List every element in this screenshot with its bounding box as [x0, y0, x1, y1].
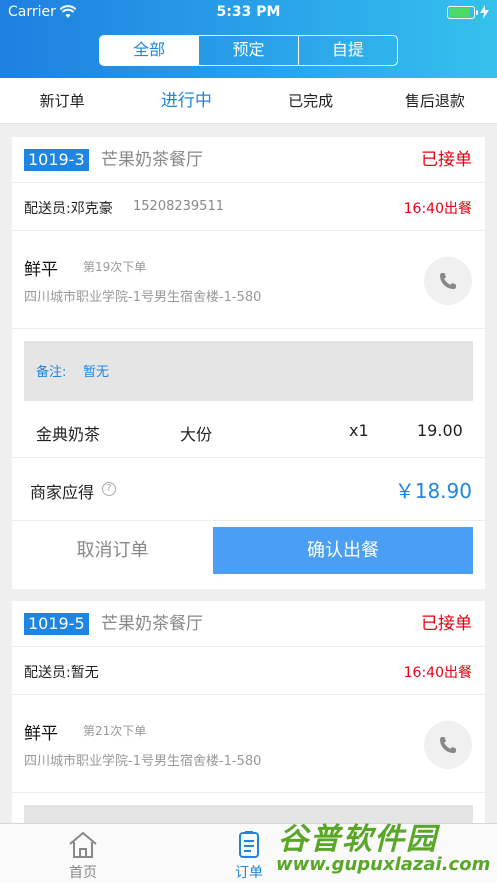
order-count: 第21次下单: [83, 724, 147, 738]
phone-icon: [440, 737, 456, 753]
segment-all[interactable]: 全部: [100, 36, 199, 65]
call-customer-button[interactable]: [424, 257, 472, 305]
tab-in-progress[interactable]: 进行中: [124, 78, 248, 123]
customer-address: 四川城市职业学院-1号男生宿舍楼-1-580: [24, 290, 262, 305]
segment-reserved[interactable]: 预定: [198, 36, 297, 65]
customer-name: 鲜平: [24, 260, 58, 280]
item-name: 金典奶茶: [36, 425, 101, 444]
order-type-segmented-control: 全部 预定 自提: [99, 35, 398, 66]
order-actions: 取消订单 确认出餐: [12, 521, 485, 582]
order-header: 1019-3 芒果奶茶餐厅 已接单: [12, 137, 485, 183]
tab-new-orders[interactable]: 新订单: [0, 78, 124, 123]
earnings-label: 商家应得: [30, 483, 95, 502]
segment-pickup[interactable]: 自提: [297, 36, 397, 65]
note-value: 暂无: [83, 365, 110, 380]
status-time: 5:33 PM: [216, 4, 281, 20]
order-count: 第19次下单: [83, 260, 147, 274]
order-details: 备注: 暂无 金典奶茶 大份 x1 19.00: [12, 329, 485, 458]
item-price: 19.00: [417, 421, 463, 440]
customer-row: 鲜平 第19次下单 四川城市职业学院-1号男生宿舍楼-1-580: [12, 231, 485, 329]
courier-name: 配送员:暂无: [24, 665, 99, 681]
order-note: 备注: 暂无: [24, 341, 473, 401]
merchant-earnings-row: 商家应得 ? ￥18.90: [12, 458, 485, 521]
watermark-logo: 谷普软件园 www.gupuxlazai.com: [268, 810, 497, 883]
customer-name: 鲜平: [24, 724, 58, 744]
courier-row: 配送员:暂无 16:40出餐: [12, 647, 485, 695]
tab-home[interactable]: 首页: [0, 824, 166, 883]
charging-icon: [480, 5, 489, 19]
confirm-ready-button[interactable]: 确认出餐: [213, 527, 473, 574]
customer-row: 鲜平 第21次下单 四川城市职业学院-1号男生宿舍楼-1-580: [12, 695, 485, 793]
watermark-url: www.gupuxlazai.com: [276, 854, 491, 875]
note-label: 备注:: [36, 365, 67, 380]
app-header: Carrier 5:33 PM 全部 预定 自提: [0, 0, 497, 78]
courier-row: 配送员:邓克豪 15208239511 16:40出餐: [12, 183, 485, 231]
courier-phone[interactable]: 15208239511: [133, 199, 224, 214]
order-list-icon: [239, 831, 259, 858]
call-customer-button[interactable]: [424, 721, 472, 769]
tab-refunds[interactable]: 售后退款: [373, 78, 497, 123]
ready-time: 16:40出餐: [403, 665, 472, 681]
shop-name: 芒果奶茶餐厅: [101, 614, 203, 634]
order-number-badge: 1019-3: [24, 149, 89, 171]
shop-name: 芒果奶茶餐厅: [101, 150, 203, 170]
tab-home-label: 首页: [69, 865, 97, 881]
help-icon[interactable]: ?: [102, 482, 116, 496]
order-card: 1019-5 芒果奶茶餐厅 已接单 配送员:暂无 16:40出餐 鲜平 第21次…: [12, 601, 485, 835]
item-quantity: x1: [349, 421, 369, 440]
order-item: 金典奶茶 大份 x1 19.00: [12, 401, 485, 458]
courier-name: 配送员:邓克豪: [24, 201, 113, 217]
cancel-order-button[interactable]: 取消订单: [12, 527, 213, 574]
watermark-title: 谷普软件园: [278, 822, 438, 857]
battery-icon: [447, 6, 478, 19]
customer-address: 四川城市职业学院-1号男生宿舍楼-1-580: [24, 754, 262, 769]
order-status-tabs: 新订单 进行中 已完成 售后退款: [0, 78, 497, 124]
phone-icon: [440, 273, 456, 289]
status-bar: Carrier 5:33 PM: [0, 0, 497, 26]
tab-completed[interactable]: 已完成: [249, 78, 373, 123]
order-header: 1019-5 芒果奶茶餐厅 已接单: [12, 601, 485, 647]
order-card: 1019-3 芒果奶茶餐厅 已接单 配送员:邓克豪 15208239511 16…: [12, 137, 485, 589]
ready-time: 16:40出餐: [403, 201, 472, 217]
earnings-amount: ￥18.90: [394, 479, 472, 503]
order-status: 已接单: [421, 150, 472, 170]
item-size: 大份: [180, 425, 213, 444]
order-number-badge: 1019-5: [24, 613, 89, 635]
home-icon: [69, 831, 97, 858]
order-status: 已接单: [421, 614, 472, 634]
